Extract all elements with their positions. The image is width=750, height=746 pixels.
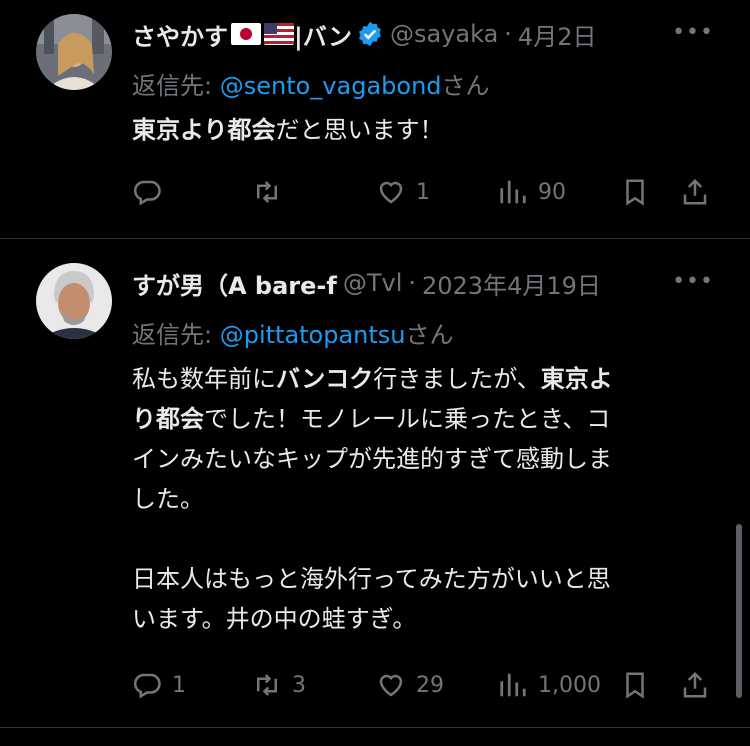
reply-suffix: さん (441, 72, 490, 100)
avatar[interactable] (36, 14, 112, 90)
avatar[interactable] (36, 263, 112, 339)
display-name[interactable]: すが男（A bare-f (132, 266, 337, 301)
views-count: 1,000 (538, 672, 601, 698)
japan-flag-icon (231, 23, 261, 45)
bold-text: バンコク (276, 365, 374, 393)
text-line: 日本人はもっと海外行ってみた方がいいと思 (132, 565, 611, 593)
reply-mention[interactable]: @sento_vagabond (220, 72, 442, 100)
tweet-text: 私も数年前にバンコク行きましたが、東京よ り都会でした！モノレールに乗ったとき、… (132, 359, 702, 639)
action-bar: 1 3 29 1,000 (132, 665, 718, 705)
verified-icon (356, 20, 384, 48)
bookmark-icon (626, 672, 644, 699)
views-icon (500, 180, 526, 204)
more-icon[interactable]: ••• (672, 269, 714, 294)
like-button[interactable]: 1 (376, 172, 430, 212)
views-button[interactable]: 90 (498, 172, 566, 212)
like-icon (379, 674, 403, 697)
like-count: 1 (416, 179, 430, 205)
text-line: 私も数年前にバンコク行きましたが、東京よ (132, 365, 613, 393)
tweet-date[interactable]: 2023年4月19日 (422, 266, 601, 301)
share-button[interactable] (680, 172, 710, 212)
bookmark-button[interactable] (620, 172, 650, 212)
reply-to-line: 返信先: @pittatopantsuさん (132, 315, 454, 350)
action-bar: 1 90 (132, 172, 718, 212)
retweet-count: 3 (292, 672, 306, 698)
tweet-1[interactable]: さやかす |バン @sayaka · 4月2日 ••• 返信先: @sento_… (0, 0, 750, 238)
tweet-divider (0, 727, 750, 728)
bold-text: り都会 (132, 405, 204, 433)
reply-to-label: 返信先: (132, 72, 220, 100)
tweet-header: すが男（A bare-f @Tvl · 2023年4月19日 (132, 263, 730, 303)
share-button[interactable] (680, 665, 710, 705)
text-line: インみたいなキップが先進的すぎて感動しま (132, 445, 612, 473)
reply-icon (133, 673, 161, 699)
reply-mention[interactable]: @pittatopantsu (220, 321, 406, 349)
views-icon (500, 673, 526, 697)
retweet-icon (257, 674, 277, 696)
bookmark-button[interactable] (620, 665, 650, 705)
bold-text: 東京より都会 (132, 116, 276, 144)
reply-to-label: 返信先: (132, 321, 220, 349)
retweet-icon (257, 181, 277, 203)
views-button[interactable]: 1,000 (498, 665, 601, 705)
reply-icon (133, 180, 161, 206)
tweet-date[interactable]: 4月2日 (518, 17, 597, 52)
reply-button[interactable]: 1 (132, 665, 186, 705)
scrollbar[interactable] (736, 524, 742, 698)
reply-suffix: さん (405, 321, 454, 349)
like-icon (379, 181, 403, 204)
text: だと思います！ (275, 116, 444, 144)
like-button[interactable]: 29 (376, 665, 444, 705)
like-count: 29 (416, 672, 444, 698)
text-line: います。井の中の蛙すぎ。 (132, 605, 417, 633)
tweet-2[interactable]: すが男（A bare-f @Tvl · 2023年4月19日 ••• 返信先: … (0, 239, 750, 727)
separator-dot: · (408, 269, 416, 297)
tweet-text: 東京より都会だと思います！ (132, 110, 702, 150)
display-name[interactable]: さやかす (132, 17, 228, 52)
user-handle[interactable]: @Tvl (343, 269, 403, 297)
retweet-button[interactable] (252, 172, 292, 212)
us-flag-icon (264, 23, 294, 45)
text-line: り都会でした！モノレールに乗ったとき、コ (132, 405, 611, 433)
separator-dot: · (504, 20, 512, 48)
display-name-suffix: |バン (294, 22, 352, 51)
text-line: した。 (132, 485, 204, 513)
bookmark-icon (626, 179, 644, 206)
share-icon (683, 178, 707, 205)
bold-text: 東京よ (540, 365, 613, 393)
tweet-header: さやかす |バン @sayaka · 4月2日 (132, 14, 730, 54)
reply-button[interactable] (132, 172, 172, 212)
retweet-button[interactable]: 3 (252, 665, 306, 705)
reply-to-line: 返信先: @sento_vagabondさん (132, 66, 490, 101)
reply-count: 1 (172, 672, 186, 698)
views-count: 90 (538, 179, 566, 205)
more-icon[interactable]: ••• (672, 20, 714, 45)
user-handle[interactable]: @sayaka (390, 20, 498, 48)
share-icon (683, 671, 707, 698)
